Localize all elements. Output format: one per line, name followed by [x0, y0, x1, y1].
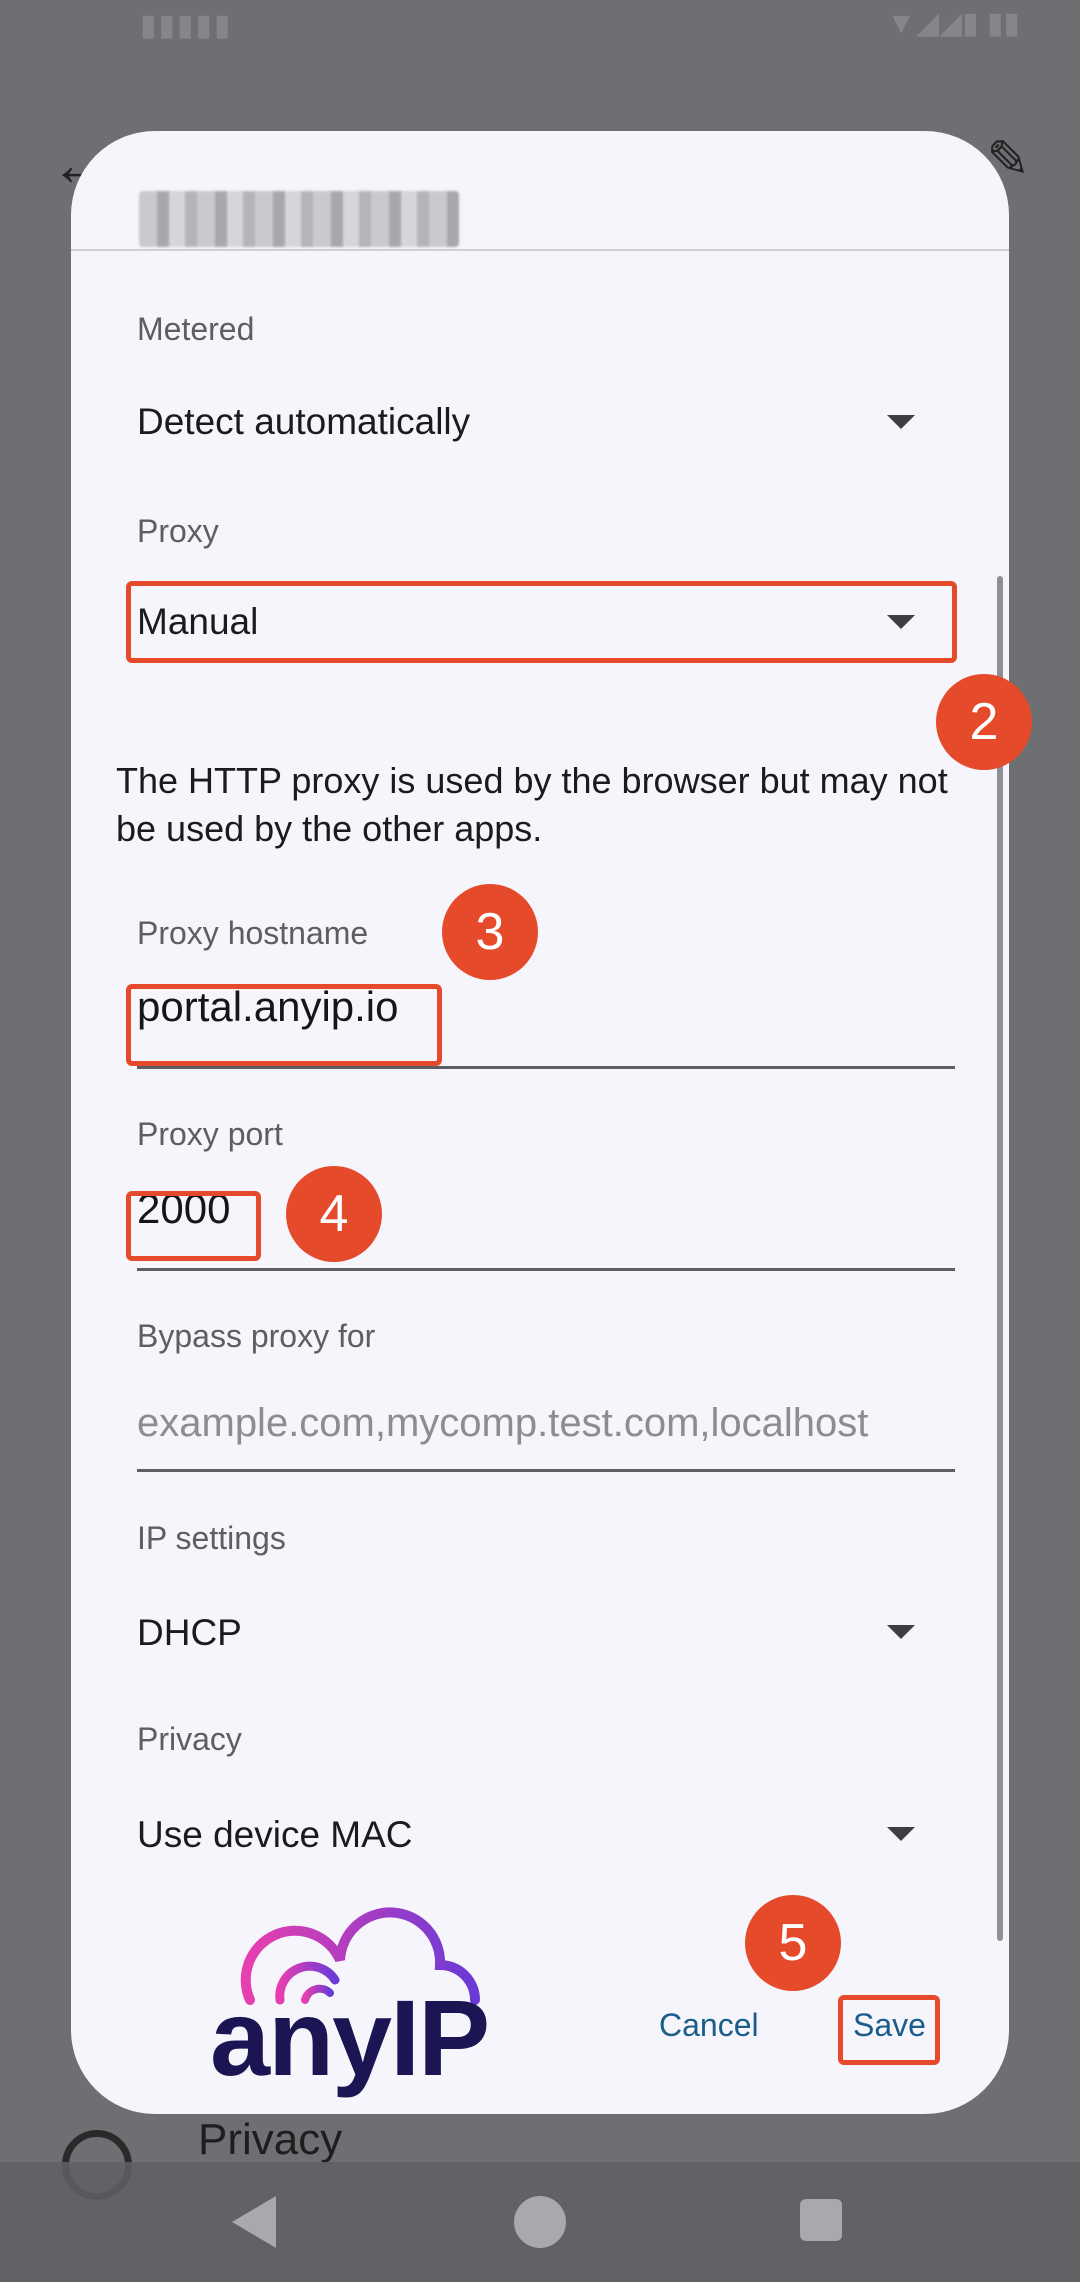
proxy-hostname-underline [137, 1066, 955, 1069]
proxy-port-label: Proxy port [137, 1116, 283, 1152]
proxy-hostname-label: Proxy hostname [137, 915, 369, 951]
background-privacy-label: Privacy [198, 2115, 343, 2164]
proxy-port-underline [137, 1268, 955, 1271]
metered-label: Metered [137, 311, 255, 347]
bypass-input[interactable]: example.com,mycomp.test.com,localhost [137, 1401, 868, 1446]
privacy-dropdown-arrow-icon[interactable] [887, 1827, 915, 1841]
ip-settings-label: IP settings [137, 1520, 286, 1556]
save-highlight-box [838, 1995, 940, 2065]
hostname-highlight-box [126, 984, 442, 1066]
ip-settings-dropdown-arrow-icon[interactable] [887, 1625, 915, 1639]
callout-2: 2 [936, 674, 1032, 770]
bypass-label: Bypass proxy for [137, 1318, 376, 1354]
title-divider [71, 249, 1009, 251]
nav-recents-icon[interactable] [800, 2199, 842, 2241]
proxy-note: The HTTP proxy is used by the browser bu… [116, 760, 948, 849]
callout-3: 3 [442, 884, 538, 980]
status-bar: ▮▮▮▮▮ ▼◢◢▮ ▮▮ [0, 0, 1080, 70]
privacy-label: Privacy [137, 1721, 242, 1757]
proxy-label: Proxy [137, 513, 219, 549]
nav-home-icon[interactable] [514, 2196, 566, 2248]
callout-5: 5 [745, 1895, 841, 1991]
dialog-title-blurred [139, 191, 459, 247]
nav-back-icon[interactable] [232, 2196, 276, 2248]
network-settings-dialog: Metered Detect automatically Proxy Manua… [71, 131, 1009, 2114]
proxy-highlight-box [126, 581, 957, 663]
port-highlight-box [126, 1191, 261, 1261]
scrollbar[interactable] [997, 576, 1003, 1941]
status-time: ▮▮▮▮▮ [140, 9, 233, 42]
privacy-dropdown[interactable]: Use device MAC [137, 1814, 413, 1856]
ip-settings-dropdown[interactable]: DHCP [137, 1612, 242, 1654]
status-icons: ▼◢◢▮ ▮▮ [886, 7, 1020, 40]
callout-4: 4 [286, 1166, 382, 1262]
cancel-button[interactable]: Cancel [659, 2007, 759, 2044]
anyip-logo: anyIP [210, 1905, 500, 2098]
metered-dropdown-arrow-icon[interactable] [887, 415, 915, 429]
metered-dropdown[interactable]: Detect automatically [137, 401, 470, 443]
bypass-underline [137, 1469, 955, 1472]
logo-wordmark: anyIP [210, 1977, 490, 2098]
